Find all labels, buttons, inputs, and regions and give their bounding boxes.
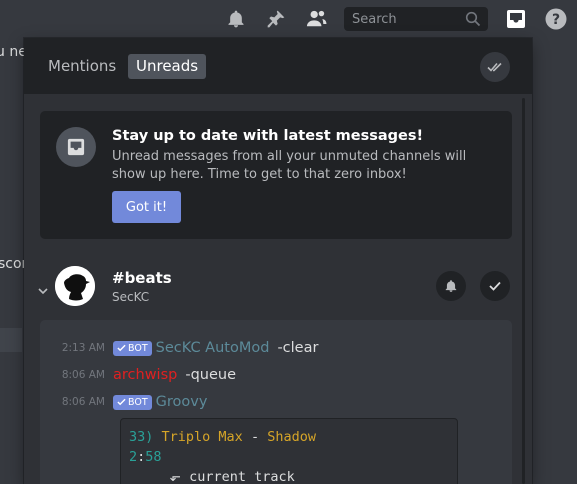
code-line: 2:58 (129, 447, 449, 467)
code-block: 33) Triplo Max - Shadow 2:58 ⬐ current t… (120, 418, 458, 484)
return-arrow-icon: ⬐ (169, 469, 181, 484)
members-icon[interactable] (305, 8, 327, 30)
message-timestamp: 2:13 AM (61, 342, 105, 354)
message[interactable]: 2:13 AM BOT SecKC AutoMod -clear (40, 338, 319, 358)
search-box[interactable] (344, 7, 488, 31)
code-line: 33) Triplo Max - Shadow (129, 427, 449, 447)
mark-channel-read-button[interactable] (480, 271, 510, 301)
bot-badge: BOT (113, 340, 152, 356)
top-bar: u new ? (0, 0, 577, 60)
promo-title: Stay up to date with latest messages! (112, 128, 424, 144)
inbox-popout: Mentions Unreads Stay up to date with la… (24, 38, 532, 484)
double-check-icon (487, 62, 502, 72)
guild-avatar[interactable] (55, 266, 95, 306)
message-list: 2:13 AM BOT SecKC AutoMod -clear 8:06 AM… (40, 320, 512, 484)
message-author[interactable]: SecKC AutoMod (156, 340, 270, 356)
mark-all-read-button[interactable] (480, 52, 510, 82)
duration-minutes: 2 (129, 449, 138, 465)
guild-name: SecKC (112, 290, 150, 304)
svg-text:?: ? (552, 12, 560, 28)
check-icon (117, 344, 126, 352)
collapse-chevron-icon[interactable] (37, 282, 49, 301)
bell-icon (445, 280, 457, 292)
bot-badge: BOT (113, 394, 152, 410)
pin-icon[interactable] (265, 8, 287, 30)
message-author[interactable]: archwisp (113, 367, 177, 383)
duration-seconds: 58 (145, 449, 162, 465)
track-title: Triplo Max (161, 429, 243, 445)
help-icon[interactable]: ? (545, 8, 567, 30)
current-track-label: current track (189, 469, 295, 484)
search-input[interactable] (352, 11, 462, 27)
track-number: 33) (129, 429, 154, 445)
track-artist: Shadow (267, 429, 317, 445)
message[interactable]: 8:06 AM BOT Groovy (40, 392, 215, 412)
scrollbar[interactable] (522, 98, 525, 484)
got-it-button[interactable]: Got it! (112, 191, 181, 223)
message-timestamp: 8:06 AM (61, 396, 105, 408)
tab-mentions[interactable]: Mentions (40, 54, 124, 79)
search-icon[interactable] (465, 11, 481, 31)
message-author[interactable]: Groovy (156, 394, 208, 410)
inbox-icon (56, 127, 96, 167)
check-icon (117, 398, 126, 406)
message[interactable]: 8:06 AM archwisp -queue (40, 365, 236, 385)
inbox-icon[interactable] (505, 8, 527, 30)
bot-label: BOT (128, 342, 148, 354)
bell-icon[interactable] (225, 8, 247, 30)
message-content: -queue (185, 367, 237, 383)
bot-label: BOT (128, 396, 148, 408)
tab-unreads[interactable]: Unreads (128, 54, 207, 79)
channel-notification-button[interactable] (436, 271, 466, 301)
check-icon (489, 281, 501, 291)
inbox-promo-card: Stay up to date with latest messages! Un… (40, 111, 512, 239)
code-line: ⬐ current track (129, 467, 449, 484)
promo-description: Unread messages from all your unmuted ch… (112, 149, 467, 182)
inbox-header: Mentions Unreads (24, 38, 532, 94)
message-timestamp: 8:06 AM (61, 369, 105, 381)
separator: - (250, 429, 260, 445)
message-content: -clear (277, 340, 319, 356)
background-row (0, 328, 22, 352)
channel-name[interactable]: #beats (112, 269, 172, 287)
